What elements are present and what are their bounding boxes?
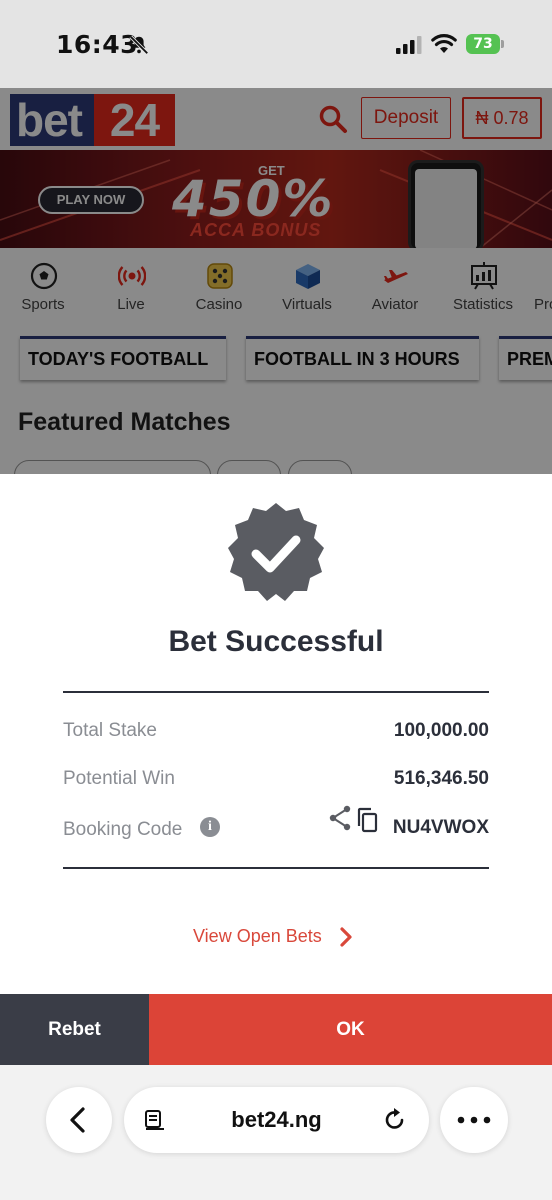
modal-title: Bet Successful <box>168 625 384 658</box>
booking-code-label: Booking Code <box>63 819 183 840</box>
battery-icon: 73 <box>466 34 504 54</box>
potential-win-value: 516,346.50 <box>393 768 489 789</box>
address-bar[interactable]: bet24.ng <box>124 1087 429 1153</box>
wifi-icon <box>431 34 457 53</box>
more-options-button[interactable] <box>440 1087 508 1153</box>
copy-icon[interactable] <box>356 807 378 833</box>
cellular-signal-icon <box>396 36 422 54</box>
ok-button[interactable]: OK <box>149 994 552 1065</box>
total-stake-value: 100,000.00 <box>393 720 489 741</box>
modal-backdrop[interactable] <box>0 88 552 474</box>
divider <box>63 867 489 869</box>
browser-toolbar: bet24.ng <box>0 1065 552 1200</box>
battery-level: 73 <box>466 34 500 54</box>
info-icon[interactable]: i <box>200 817 220 837</box>
total-stake-label: Total Stake <box>63 720 157 741</box>
chevron-left-icon <box>70 1107 85 1133</box>
share-icon[interactable] <box>328 805 352 831</box>
chevron-right-icon[interactable] <box>338 926 354 948</box>
bell-slash-icon <box>129 35 149 55</box>
rebet-button[interactable]: Rebet <box>0 994 149 1065</box>
status-bar: 16:43 73 <box>0 0 552 88</box>
view-open-bets-link[interactable]: View Open Bets <box>193 926 322 947</box>
status-time: 16:43 <box>56 30 139 59</box>
checkmark-badge-icon <box>228 503 324 601</box>
booking-code-value[interactable]: NU4VWOX <box>393 817 489 839</box>
reload-icon[interactable] <box>382 1107 408 1133</box>
back-button[interactable] <box>46 1087 112 1153</box>
divider <box>63 691 489 693</box>
potential-win-label: Potential Win <box>63 768 175 789</box>
bet-success-modal: Bet Successful Total Stake 100,000.00 Po… <box>0 474 552 1065</box>
ellipsis-icon <box>457 1116 491 1124</box>
